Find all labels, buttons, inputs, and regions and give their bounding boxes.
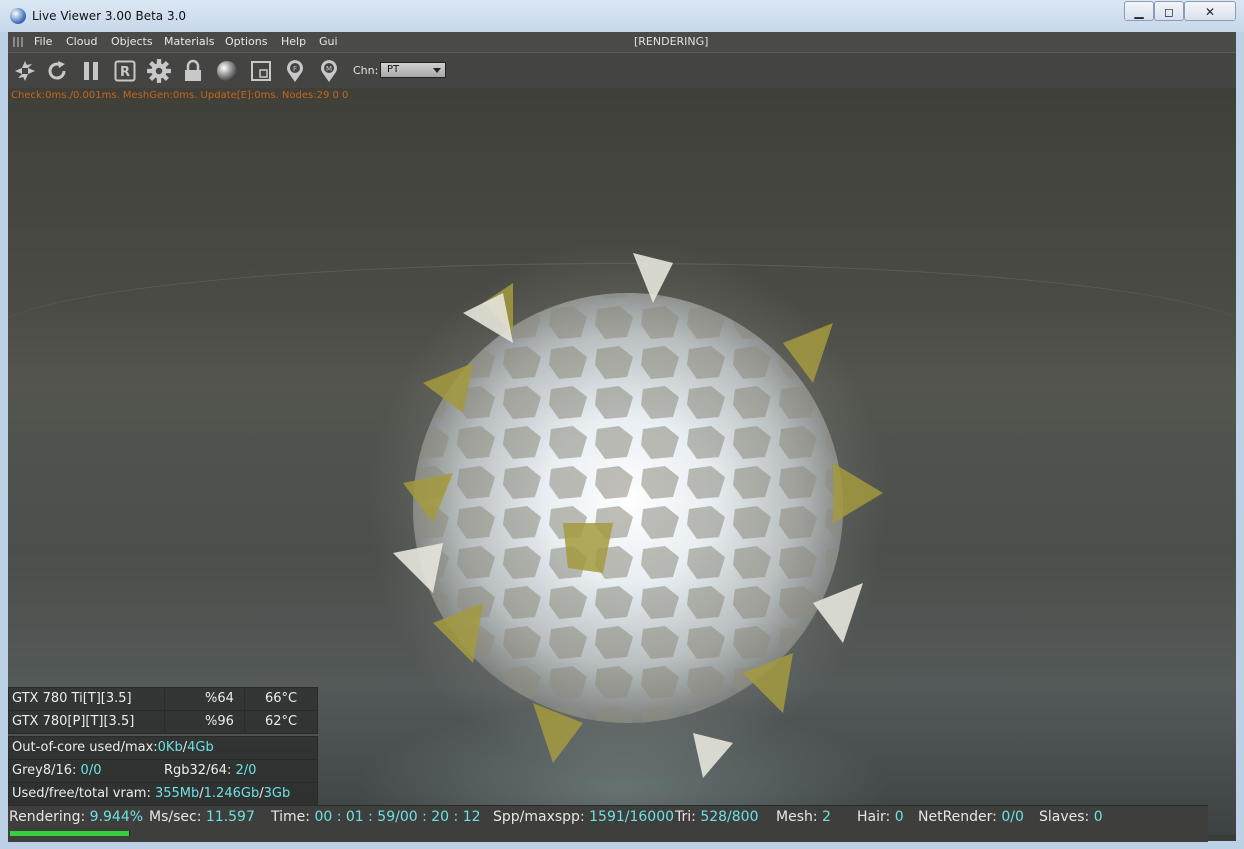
svg-text:F: F [293, 65, 297, 73]
gpu-row: GTX 780 Ti[T][3.5] %64 66°C [8, 687, 318, 711]
refresh-icon[interactable] [44, 58, 70, 84]
vram-info: Used/free/total vram: 355Mb/1.246Gb/3Gb [12, 786, 291, 801]
svg-text:M: M [326, 65, 332, 73]
rendering-progress-fill [10, 831, 130, 836]
mesh-count: Mesh: 2 [776, 809, 831, 825]
maximize-button[interactable]: ◻ [1154, 1, 1184, 21]
grey-textures-info: Grey8/16: 0/0 [12, 763, 102, 778]
menu-gui[interactable]: Gui [319, 35, 338, 48]
samples-per-pixel: Spp/maxspp: 1591/16000 [493, 809, 675, 825]
minimize-button[interactable]: ▁ [1124, 1, 1154, 21]
gpu-temperature: 62°C [265, 714, 298, 729]
status-bar: Rendering: 9.944% Ms/sec: 11.597 Time: 0… [8, 805, 1208, 842]
material-ball-icon[interactable] [214, 58, 240, 84]
gpu-name: GTX 780 Ti[T][3.5] [12, 691, 132, 706]
menu-options[interactable]: Options [225, 35, 267, 48]
render-time: Time: 00 : 01 : 59/00 : 20 : 12 [271, 809, 481, 825]
rendering-progress-bar [10, 831, 130, 836]
channel-select[interactable]: PT [380, 62, 446, 78]
gpu-name: GTX 780[P][T][3.5] [12, 714, 135, 729]
menu-materials[interactable]: Materials [164, 35, 214, 48]
menu-cloud[interactable]: Cloud [66, 35, 97, 48]
rendered-sphere-image [368, 238, 888, 778]
app-logo-icon [10, 8, 26, 24]
focus-pin-icon[interactable]: F [282, 58, 308, 84]
gear-icon[interactable] [146, 58, 172, 84]
texture-count-row: Grey8/16: 0/0 Rgb32/64: 2/0 [8, 760, 318, 783]
gpu-load: %64 [205, 691, 234, 706]
region-icon[interactable] [248, 58, 274, 84]
menu-objects[interactable]: Objects [111, 35, 153, 48]
svg-text:R: R [120, 65, 130, 80]
pause-icon[interactable] [78, 58, 104, 84]
hair-count: Hair: 0 [857, 809, 904, 825]
netrender-status: NetRender: 0/0 [918, 809, 1024, 825]
rendering-progress-text: Rendering: 9.944% [9, 809, 144, 825]
client-area: File Cloud Objects Materials Options Hel… [8, 32, 1236, 842]
vram-row: Used/free/total vram: 355Mb/1.246Gb/3Gb [8, 783, 318, 806]
close-button[interactable]: ✕ [1184, 1, 1236, 21]
out-of-core-info: Out-of-core used/max:0Kb/4Gb [12, 740, 214, 755]
menu-help[interactable]: Help [281, 35, 306, 48]
lock-icon[interactable] [180, 58, 206, 84]
render-viewport[interactable]: Check:0ms./0.001ms. MeshGen:0ms. Update[… [8, 88, 1236, 835]
render-state-label: [RENDERING] [634, 35, 709, 48]
channel-label: Chn: [353, 64, 379, 77]
rgb-textures-info: Rgb32/64: 2/0 [164, 763, 257, 778]
out-of-core-row: Out-of-core used/max:0Kb/4Gb [8, 736, 318, 760]
ms-per-sec: Ms/sec: 11.597 [149, 809, 255, 825]
grip-icon [13, 37, 25, 47]
stats-line: Check:0ms./0.001ms. MeshGen:0ms. Update[… [11, 90, 349, 101]
material-pin-icon[interactable]: M [316, 58, 342, 84]
menu-file[interactable]: File [34, 35, 52, 48]
gpu-info-panel: GTX 780 Ti[T][3.5] %64 66°C GTX 780[P][T… [8, 687, 318, 806]
gpu-load: %96 [205, 714, 234, 729]
toolbar: R F M Chn: PT [8, 52, 1236, 89]
chevron-down-icon [433, 68, 441, 73]
channel-value: PT [387, 64, 400, 75]
app-window: Live Viewer 3.00 Beta 3.0 ▁ ◻ ✕ File Clo… [0, 0, 1244, 849]
menu-bar: File Cloud Objects Materials Options Hel… [8, 32, 1236, 52]
gpu-temperature: 66°C [265, 691, 298, 706]
title-bar[interactable]: Live Viewer 3.00 Beta 3.0 ▁ ◻ ✕ [0, 0, 1244, 32]
slaves-count: Slaves: 0 [1039, 809, 1103, 825]
window-title: Live Viewer 3.00 Beta 3.0 [32, 9, 187, 23]
r-box-icon[interactable]: R [112, 58, 138, 84]
gpu-row: GTX 780[P][T][3.5] %96 62°C [8, 711, 318, 734]
triangle-count: Tri: 528/800 [675, 809, 759, 825]
aperture-icon[interactable] [12, 58, 38, 84]
